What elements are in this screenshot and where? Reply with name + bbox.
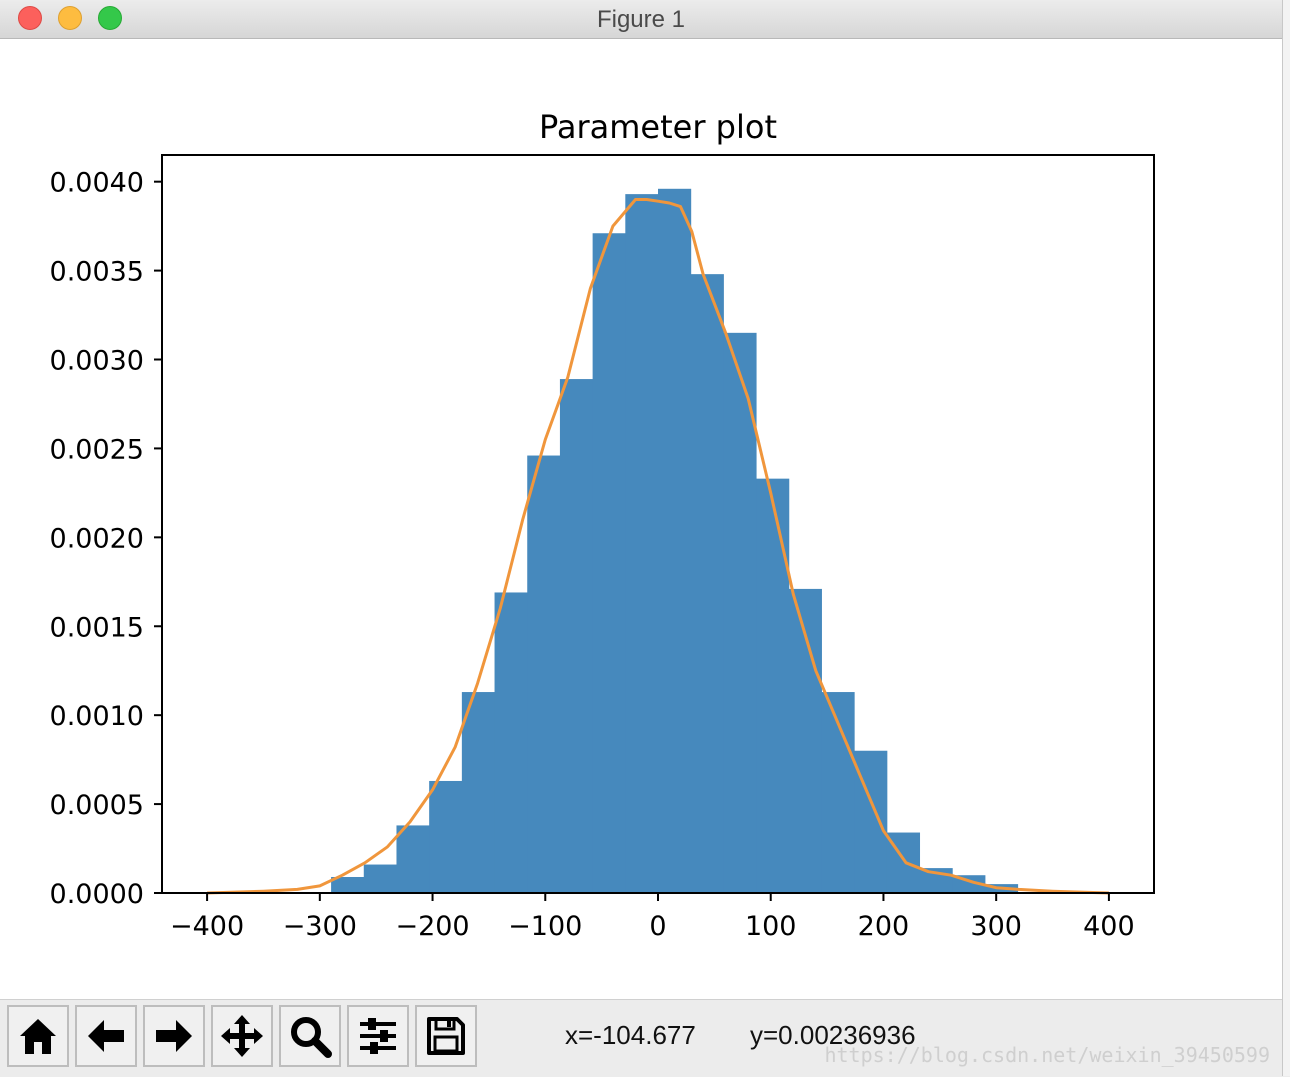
- histogram-bar: [363, 864, 397, 893]
- y-tick-label: 0.0000: [50, 879, 144, 910]
- x-tick-label: 100: [745, 911, 797, 942]
- save-icon: [427, 1017, 465, 1055]
- y-tick-label: 0.0040: [50, 168, 144, 199]
- plot-canvas[interactable]: −400 −300 −200 −100 0 100 200 300 400 0.00000.00…: [0, 39, 1282, 999]
- window-title: Figure 1: [596, 6, 686, 33]
- sliders-icon: [360, 1018, 396, 1054]
- histogram-bar: [429, 780, 463, 893]
- histogram-bar: [527, 455, 561, 893]
- x-tick-label: 400: [1083, 911, 1135, 942]
- histogram-bar: [756, 478, 790, 893]
- histogram-bar: [658, 188, 692, 893]
- x-tick-label: 0: [649, 911, 666, 942]
- y-tick-label: 0.0035: [50, 257, 144, 288]
- y-tick-label: 0.0010: [50, 701, 144, 732]
- histogram-bar: [690, 274, 724, 893]
- y-tick-label: 0.0025: [50, 434, 144, 465]
- chart-title: Parameter plot: [539, 108, 777, 146]
- forward-arrow-icon: [156, 1020, 192, 1052]
- watermark-text: https://blog.csdn.net/weixin_39450599: [824, 1043, 1270, 1067]
- back-arrow-icon: [88, 1020, 124, 1052]
- home-icon: [20, 1019, 56, 1054]
- x-tick-label: −200: [395, 911, 469, 942]
- figure-window: Figure 1 −400 −300 −200 −100 0 100 200 300 400 0…: [0, 0, 1283, 1077]
- save-button[interactable]: [415, 1005, 477, 1067]
- forward-button[interactable]: [143, 1005, 205, 1067]
- zoom-icon: [291, 1017, 332, 1058]
- histogram-bar: [592, 233, 626, 893]
- histogram-bar: [494, 592, 528, 893]
- x-tick-label: −100: [508, 911, 582, 942]
- y-tick-label: 0.0020: [50, 523, 144, 554]
- x-tick-label: 300: [970, 911, 1022, 942]
- title-bar[interactable]: Figure 1: [0, 0, 1282, 39]
- x-axis-ticks: −400 −300 −200 −100 0 100 200 300 400: [170, 893, 1135, 942]
- x-coordinate-readout: x=-104.677: [565, 1020, 696, 1050]
- pan-button[interactable]: [211, 1005, 273, 1067]
- x-tick-label: −300: [283, 911, 357, 942]
- y-axis-ticks: 0.0000 0.0005 0.0010 0.0015 0.0020 0.0025 0.00…: [50, 168, 162, 910]
- y-tick-label: 0.0005: [50, 790, 144, 821]
- configure-subplots-button[interactable]: [347, 1005, 409, 1067]
- histogram-bar: [559, 379, 594, 893]
- zoom-button[interactable]: [279, 1005, 341, 1067]
- background-window-edge: [1283, 0, 1290, 1076]
- histogram-bar: [461, 692, 496, 893]
- y-tick-label: 0.0015: [50, 612, 144, 643]
- pan-icon: [221, 1015, 263, 1057]
- x-tick-label: −400: [170, 911, 244, 942]
- back-button[interactable]: [75, 1005, 137, 1067]
- home-button[interactable]: [7, 1005, 69, 1067]
- histogram-bar: [625, 194, 659, 893]
- x-tick-label: 200: [858, 911, 910, 942]
- y-tick-label: 0.0030: [50, 346, 144, 377]
- histogram-bar: [396, 825, 430, 893]
